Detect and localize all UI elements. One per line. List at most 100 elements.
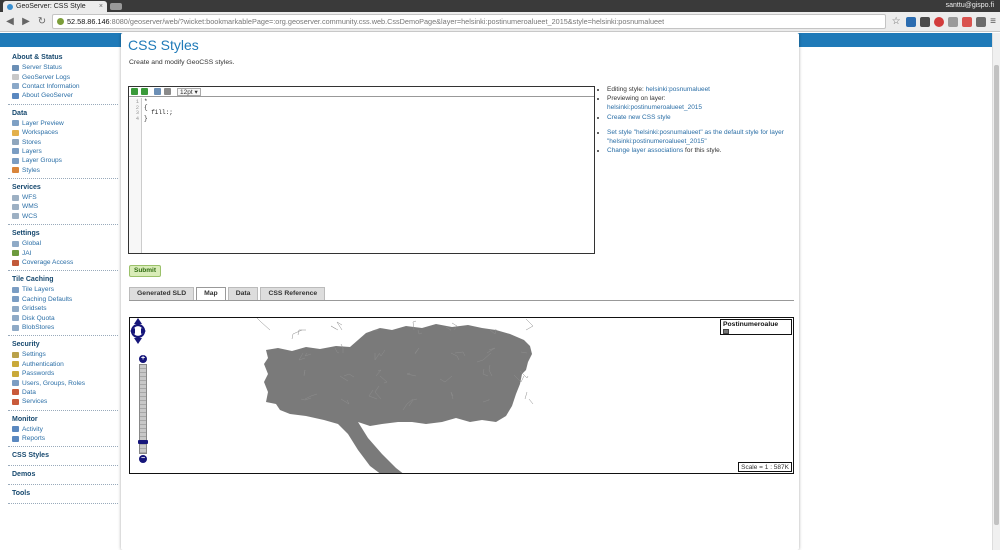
redo-icon[interactable] [141, 88, 148, 95]
map-preview[interactable]: Postinumeroalue Scale = 1 : 587K + − [129, 317, 794, 474]
map-scale: Scale = 1 : 587K [738, 462, 792, 472]
set-default-style-link[interactable]: Set style "helsinki:posnumalueet" as the… [607, 129, 784, 145]
sidebar-item[interactable]: Workspaces [8, 128, 118, 137]
extension-grid-icon[interactable] [976, 16, 987, 27]
sidebar-item[interactable]: WCS [8, 212, 118, 221]
caching-defaults-icon [12, 296, 19, 303]
tab-data[interactable]: Data [227, 287, 259, 300]
sidebar-item[interactable]: Tile Layers [8, 285, 118, 294]
browser-tab[interactable]: GeoServer: CSS Style × [3, 1, 107, 12]
sidebar-section-title[interactable]: Tools [12, 490, 118, 497]
change-associations-suffix: for this style. [683, 147, 722, 155]
previewing-layer-link[interactable]: helsinki:postinumeroalueet_2015 [607, 104, 702, 111]
address-bar[interactable]: 52.58.86.146:8080/geoserver/web/?wicket:… [52, 14, 887, 29]
sidebar-item[interactable]: Global [8, 239, 118, 248]
css-code[interactable]: * { fill:; } [142, 98, 594, 253]
sidebar-item[interactable]: Disk Quota [8, 313, 118, 322]
reload-icon[interactable]: ↻ [36, 16, 48, 27]
sidebar-item[interactable]: Activity [8, 425, 118, 434]
css-editor[interactable]: 12pt ▾ 1234 * { fill:; } [128, 86, 595, 254]
sidebar-item[interactable]: Server Status [8, 63, 118, 72]
key-icon [12, 351, 19, 358]
undo-icon[interactable] [131, 88, 138, 95]
tab-css-reference[interactable]: CSS Reference [260, 287, 326, 300]
geoserver-page: About & Status Server Status GeoServer Log… [0, 33, 992, 550]
reformat-icon[interactable] [164, 88, 171, 95]
previewing-layer-info: Previewing on layer:helsinki:postinumero… [607, 94, 794, 112]
sidebar-item[interactable]: Contact Information [8, 82, 118, 91]
sidebar-item-label: Workspaces [22, 129, 59, 137]
sidebar-item-label: WFS [22, 194, 37, 202]
sidebar-item[interactable]: Styles [8, 166, 118, 175]
sidebar-item[interactable]: Gridsets [8, 304, 118, 313]
sidebar-item[interactable]: JAI [8, 248, 118, 257]
extension-gmail-icon[interactable] [962, 16, 973, 27]
sidebar-item[interactable]: Passwords [8, 369, 118, 378]
sidebar-item[interactable]: BlobStores [8, 323, 118, 332]
sidebar-section-title: Settings [12, 230, 40, 238]
zoom-control[interactable]: + − [138, 355, 148, 464]
map-canvas[interactable] [130, 318, 794, 474]
submit-button[interactable]: Submit [129, 265, 161, 277]
browser-tabstrip: GeoServer: CSS Style × santtu@gispo.fi [0, 0, 1000, 12]
layer-preview-icon [12, 120, 19, 127]
sidebar-item[interactable]: Settings [8, 350, 118, 359]
tab-map[interactable]: Map [196, 287, 226, 300]
sidebar-item[interactable]: About GeoServer [8, 91, 118, 100]
sidebar-item[interactable]: Stores [8, 137, 118, 146]
editing-style-prefix: Editing style: [607, 86, 644, 93]
editor-body[interactable]: 1234 * { fill:; } [129, 98, 594, 253]
wms-icon [12, 203, 19, 210]
sidebar-item-label: Reports [22, 435, 46, 443]
sidebar-item-label: Users, Groups, Roles [22, 379, 86, 387]
editor-toolbar: 12pt ▾ [129, 87, 594, 97]
data-security-icon [12, 389, 19, 396]
change-layer-associations-link[interactable]: Change layer associations [607, 147, 683, 154]
sidebar-item[interactable]: Layer Preview [8, 119, 118, 128]
sidebar-item-label: Layers [22, 147, 42, 155]
zoom-in-button[interactable]: + [139, 355, 147, 363]
goto-line-icon[interactable] [154, 88, 161, 95]
sidebar-item[interactable]: GeoServer Logs [8, 72, 118, 81]
page-scrollbar[interactable] [992, 33, 1000, 550]
bookmark-star-icon[interactable]: ☆ [890, 16, 902, 27]
sidebar-item[interactable]: Data [8, 388, 118, 397]
browser-menu-icon[interactable]: ≡ [990, 16, 996, 27]
scrollbar-thumb[interactable] [994, 65, 999, 525]
zoom-out-button[interactable]: − [139, 455, 147, 463]
back-icon[interactable]: ◀ [4, 16, 16, 27]
create-style-item: Create new CSS style [607, 113, 794, 122]
sidebar-item[interactable]: Authentication [8, 360, 118, 369]
sidebar-section-title[interactable]: CSS Styles [12, 452, 118, 459]
sidebar-item[interactable]: Users, Groups, Roles [8, 378, 118, 387]
extension-opera-icon[interactable] [934, 16, 945, 27]
pan-control[interactable] [130, 318, 146, 344]
extension-x-icon[interactable] [906, 16, 917, 27]
zoom-slider-handle[interactable] [138, 440, 148, 444]
create-new-style-link[interactable]: Create new CSS style [607, 114, 671, 121]
sidebar-item[interactable]: WMS [8, 202, 118, 211]
sidebar-section-title: About & Status [12, 54, 63, 61]
forward-icon[interactable]: ▶ [20, 16, 32, 27]
extension-dots-icon[interactable] [920, 16, 931, 27]
sidebar-item[interactable]: Caching Defaults [8, 295, 118, 304]
sidebar-item[interactable]: Reports [8, 434, 118, 443]
sidebar-item[interactable]: Coverage Access [8, 258, 118, 267]
sidebar-item[interactable]: Services [8, 397, 118, 406]
sidebar-section-title[interactable]: Demos [12, 471, 118, 478]
new-tab-button[interactable] [110, 3, 122, 10]
change-associations-item: Change layer associations for this style… [607, 146, 794, 155]
editing-style-link[interactable]: helsinki:posnumalueet [646, 86, 710, 93]
close-tab-icon[interactable]: × [99, 3, 103, 10]
sidebar-section: Data Layer Preview Workspaces Stores Layers L… [8, 110, 118, 179]
wcs-icon [12, 213, 19, 220]
extension-g-icon[interactable] [948, 16, 959, 27]
sidebar-item[interactable]: WFS [8, 193, 118, 202]
sidebar-item[interactable]: Layers [8, 147, 118, 156]
font-size-select[interactable]: 12pt ▾ [177, 87, 201, 96]
postal-area-border [297, 329, 306, 336]
sidebar-item[interactable]: Layer Groups [8, 156, 118, 165]
site-info-icon[interactable] [57, 18, 64, 25]
document-icon [12, 74, 19, 81]
tab-generated-sld[interactable]: Generated SLD [129, 287, 195, 300]
